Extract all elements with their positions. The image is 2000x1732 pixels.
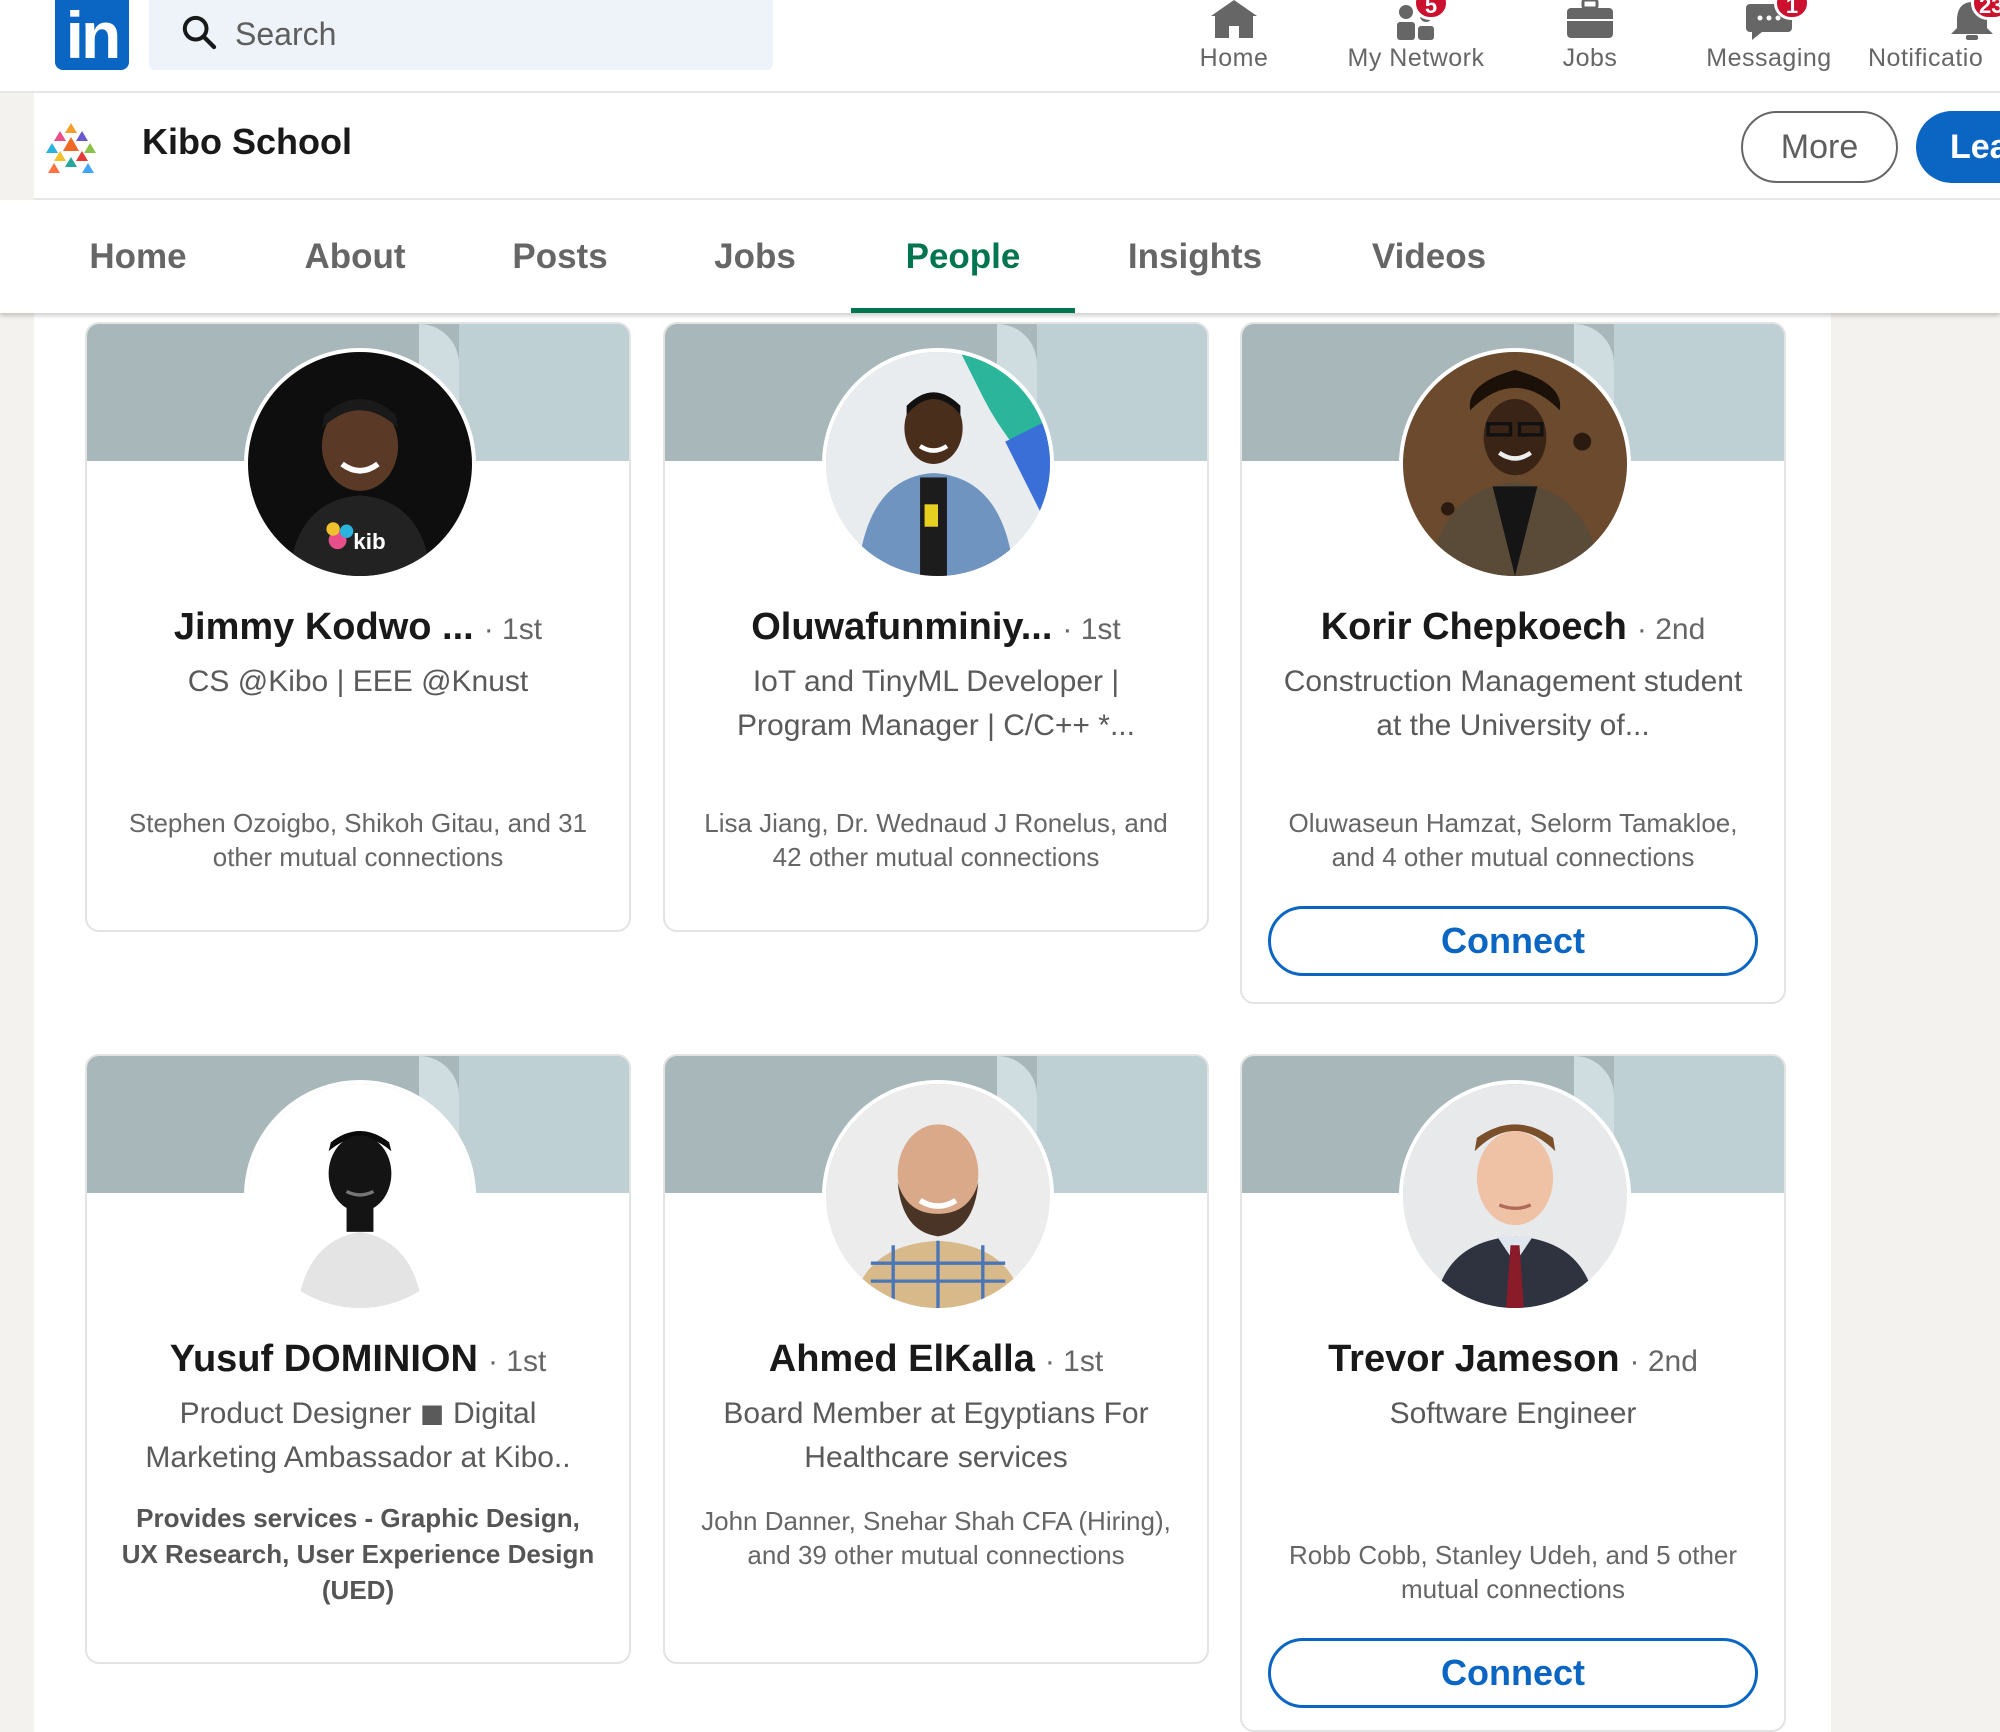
person-name[interactable]: Yusuf DOMINION xyxy=(170,1338,478,1380)
svg-text:kib: kib xyxy=(353,529,385,554)
mutual-connections[interactable]: Oluwaseun Hamzat, Selorm Tamakloe, and 4… xyxy=(1272,806,1754,874)
person-name[interactable]: Trevor Jameson xyxy=(1328,1338,1619,1380)
person-name[interactable]: Oluwafunminiy... xyxy=(751,606,1052,648)
person-name[interactable]: Ahmed ElKalla xyxy=(769,1338,1035,1380)
nav-notifications-label: Notificatio xyxy=(1868,44,1984,72)
nav-my-network-label: My Network xyxy=(1347,44,1485,72)
nav-home-label: Home xyxy=(1199,44,1269,72)
connect-button[interactable]: Connect xyxy=(1268,1638,1758,1708)
nav-messaging-label: Messaging xyxy=(1706,44,1832,72)
more-button[interactable]: More xyxy=(1741,111,1898,183)
person-card[interactable]: Yusuf DOMINION · 1st Product Designer ◼ D… xyxy=(85,1054,631,1664)
search-icon xyxy=(182,15,217,50)
person-name[interactable]: Korir Chepkoech xyxy=(1321,606,1627,648)
tab-videos[interactable]: Videos xyxy=(1364,200,1494,313)
person-headline: Software Engineer xyxy=(1389,1397,1637,1430)
tab-about[interactable]: About xyxy=(282,200,428,313)
connection-degree: · 1st xyxy=(483,613,543,646)
person-card[interactable]: Ahmed ElKalla · 1st Board Member at Egypt… xyxy=(663,1054,1209,1664)
tab-jobs[interactable]: Jobs xyxy=(700,200,810,313)
kibo-logo-icon[interactable] xyxy=(44,121,98,175)
bell-icon: 23 xyxy=(1945,0,2000,40)
briefcase-icon xyxy=(1567,0,1613,38)
company-name[interactable]: Kibo School xyxy=(142,121,352,163)
nav-my-network[interactable]: 5 My Network xyxy=(1336,0,1496,90)
person-card[interactable]: Korir Chepkoech · 2nd Construction Manage… xyxy=(1240,322,1786,1004)
provides-services[interactable]: Provides services - Graphic Design, UX R… xyxy=(117,1500,599,1608)
person-name-row: Yusuf DOMINION · 1st xyxy=(87,1338,629,1381)
person-card[interactable]: kib Jimmy Kodwo ... · 1st CS @Kibo | EEE … xyxy=(85,322,631,932)
messaging-icon: 1 xyxy=(1742,0,1810,40)
person-name-row: Jimmy Kodwo ... · 1st xyxy=(87,606,629,649)
person-headline: Product Designer ◼ Digital Marketing Amb… xyxy=(145,1397,571,1474)
connection-degree: · 1st xyxy=(487,1345,547,1378)
company-tabs: Home About Posts Jobs People Insights Vi… xyxy=(0,200,2000,313)
company-header: Kibo School More Lea xyxy=(34,93,2000,200)
person-name-row: Korir Chepkoech · 2nd xyxy=(1242,606,1784,649)
person-name-row: Trevor Jameson · 2nd xyxy=(1242,1338,1784,1381)
avatar[interactable]: kib xyxy=(244,348,476,580)
connection-degree: · 1st xyxy=(1044,1345,1104,1378)
avatar[interactable] xyxy=(1399,1080,1631,1312)
person-headline: IoT and TinyML Developer | Program Manag… xyxy=(737,665,1135,742)
avatar[interactable] xyxy=(1399,348,1631,580)
mutual-connections[interactable]: Lisa Jiang, Dr. Wednaud J Ronelus, and 4… xyxy=(695,806,1177,874)
global-nav: in Home 5 My Network xyxy=(0,0,2000,93)
right-rail xyxy=(1831,313,2000,1732)
home-icon xyxy=(1211,0,1257,38)
linkedin-logo[interactable]: in xyxy=(55,0,129,70)
my-network-icon: 5 xyxy=(1389,0,1449,40)
search-input[interactable] xyxy=(235,10,735,58)
person-headline: CS @Kibo | EEE @Knust xyxy=(187,665,529,698)
connection-degree: · 2nd xyxy=(1636,613,1706,646)
nav-home[interactable]: Home xyxy=(1195,0,1273,90)
mutual-connections[interactable]: Stephen Ozoigbo, Shikoh Gitau, and 31 ot… xyxy=(117,806,599,874)
avatar[interactable] xyxy=(822,1080,1054,1312)
tab-posts[interactable]: Posts xyxy=(495,200,625,313)
person-name-row: Oluwafunminiy... · 1st xyxy=(665,606,1207,649)
nav-notifications[interactable]: 23 Notificatio xyxy=(1868,0,2000,90)
nav-messaging[interactable]: 1 Messaging xyxy=(1700,0,1838,90)
tab-home[interactable]: Home xyxy=(76,200,200,313)
tab-insights[interactable]: Insights xyxy=(1120,200,1270,313)
connection-degree: · 1st xyxy=(1062,613,1121,646)
person-card[interactable]: Oluwafunminiy... · 1st IoT and TinyML Dev… xyxy=(663,322,1209,932)
person-headline: Construction Management student at the U… xyxy=(1283,665,1743,742)
nav-jobs-label: Jobs xyxy=(1562,44,1618,72)
learn-more-button[interactable]: Lea xyxy=(1916,111,2000,183)
person-name[interactable]: Jimmy Kodwo ... xyxy=(174,606,474,648)
person-name-row: Ahmed ElKalla · 1st xyxy=(665,1338,1207,1381)
connection-degree: · 2nd xyxy=(1629,1345,1698,1378)
search-box[interactable] xyxy=(149,0,773,70)
avatar[interactable] xyxy=(244,1080,476,1312)
mutual-connections[interactable]: John Danner, Snehar Shah CFA (Hiring), a… xyxy=(695,1504,1177,1572)
mutual-connections[interactable]: Robb Cobb, Stanley Udeh, and 5 other mut… xyxy=(1272,1538,1754,1606)
person-headline: Board Member at Egyptians For Healthcare… xyxy=(723,1397,1149,1474)
tab-people[interactable]: People xyxy=(851,200,1075,313)
avatar[interactable] xyxy=(822,348,1054,580)
connect-button[interactable]: Connect xyxy=(1268,906,1758,976)
nav-jobs[interactable]: Jobs xyxy=(1555,0,1625,90)
person-card[interactable]: Trevor Jameson · 2nd Software Engineer Ro… xyxy=(1240,1054,1786,1732)
